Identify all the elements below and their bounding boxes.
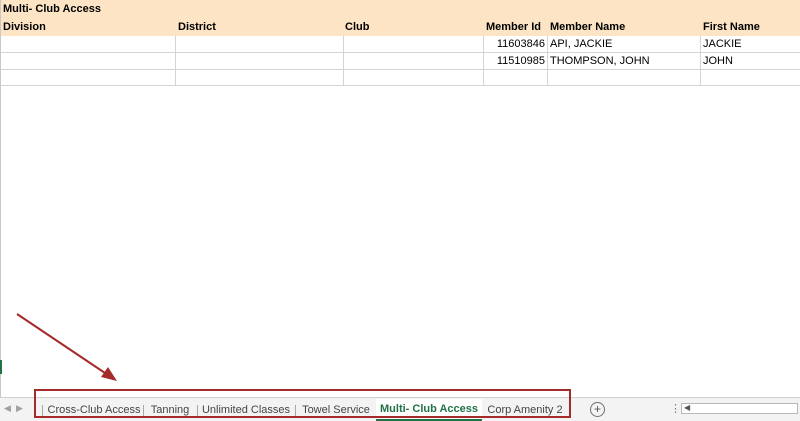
arrow-head [101,367,117,381]
annotation-arrow [16,313,117,381]
arrow-shaft [16,313,109,376]
